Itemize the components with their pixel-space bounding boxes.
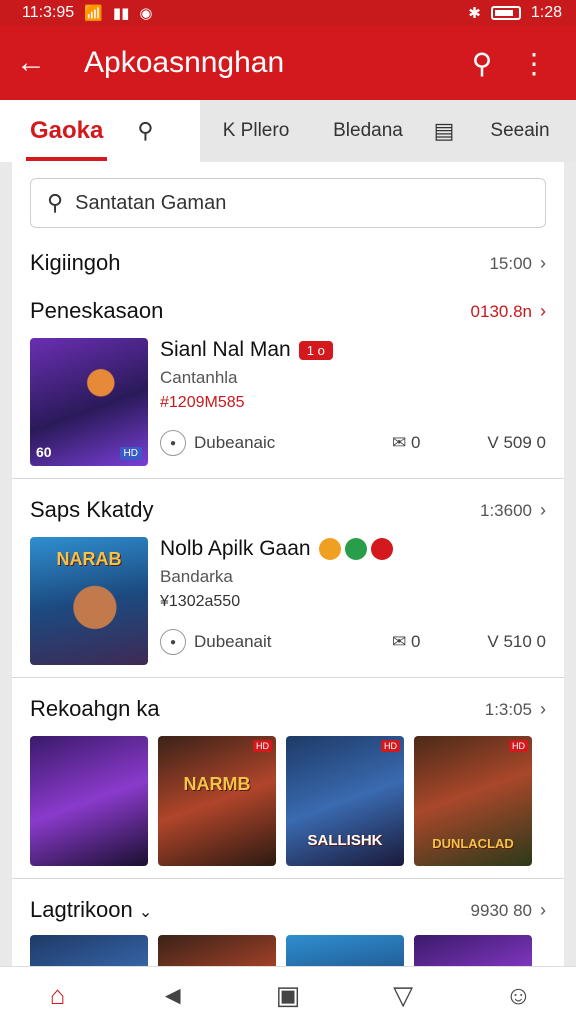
app-price: ¥1302a550 [160, 593, 241, 610]
mail-count[interactable]: ✉ 0 [392, 632, 466, 652]
section-header[interactable]: Lagtrikoon ⌄ 9930 80 › [12, 897, 564, 923]
badge-icon [318, 538, 341, 560]
mail-count[interactable]: ✉ 0 [392, 433, 466, 453]
divider [12, 677, 564, 678]
tab-pllero[interactable]: K Pllero [200, 120, 312, 142]
search-icon[interactable]: ⚲ [456, 47, 508, 80]
badge: HD [253, 740, 272, 752]
back-arrow-icon[interactable]: ← [16, 46, 56, 80]
badge: HD [509, 740, 528, 752]
app-price: #1209M585 [160, 394, 245, 411]
section-title: Saps Kkatdy [30, 497, 154, 522]
game-thumbnail[interactable] [286, 935, 404, 966]
app-card[interactable]: 60 HD Sianl Nal Man 1 o Cantanhla #1209M… [12, 338, 564, 466]
more-vert-icon[interactable]: ⋮ [508, 47, 560, 80]
page-title: Apkoasnnghan [84, 46, 285, 79]
avatar: ● [160, 629, 186, 655]
app-subtitle: Bandarka [160, 567, 233, 586]
section-title: Kigiingoh [30, 250, 121, 275]
game-thumbnail[interactable] [30, 935, 148, 966]
tab-label: Gaoka [25, 117, 108, 161]
app-thumbnail[interactable]: NARAB [30, 537, 148, 665]
thumb-label: 60 [36, 444, 52, 460]
version-label: V 509 0 [487, 433, 546, 452]
art-title: NARAB [56, 549, 122, 569]
tab-seeain[interactable]: Seeain [464, 120, 576, 142]
art-title: DUNLACLAD [432, 836, 514, 851]
section-meta: 1:3:05 › [484, 698, 546, 719]
avatar: ● [160, 430, 186, 456]
search-icon: ⚲ [47, 190, 64, 215]
divider [12, 878, 564, 879]
wifi-icon: 📶 [84, 5, 103, 22]
game-thumbnail[interactable]: NARMB HD [158, 736, 276, 866]
pin-icon[interactable]: ⚲ [137, 118, 153, 144]
game-thumbnail[interactable] [30, 736, 148, 866]
app-thumbnail[interactable]: 60 HD [30, 338, 148, 466]
art-title: SALLISHK [307, 832, 383, 849]
clock: 11:3:95 [22, 4, 75, 21]
section-meta: 0130.8n › [470, 300, 546, 321]
search-placeholder: Santatan Gaman [75, 191, 227, 214]
profile-icon[interactable]: ☺ [488, 980, 548, 1011]
game-thumbnail[interactable]: DUNLACLAD HD [414, 736, 532, 866]
status-badge: 1 o [298, 340, 333, 360]
badge: HD [381, 740, 400, 752]
chevron-right-icon: › [540, 698, 546, 719]
heart-icon[interactable]: ▽ [373, 980, 433, 1011]
signal-icon: ▮▮ [112, 5, 130, 22]
battery-time: 1:28 [530, 4, 562, 21]
app-subtitle: Cantanhla [160, 368, 238, 387]
section-meta: 1:3600 › [480, 499, 546, 520]
badge-icon [370, 538, 393, 560]
author-name: Dubeanait [194, 632, 272, 651]
thumb-grid: NARMB HD SALLISHK HD DUNLACLAD HD [12, 736, 564, 866]
section-title: Lagtrikoon ⌄ [30, 897, 153, 922]
tab-bledana[interactable]: Bledana [312, 120, 424, 142]
art-title: NARMB [183, 774, 251, 794]
search-bar[interactable]: ⚲ Santatan Gaman [30, 178, 546, 228]
bottom-nav: ⌂ ◄ ▣ ▽ ☺ [0, 966, 576, 1024]
chevron-right-icon: › [540, 300, 546, 321]
section-title: Peneskasaon [30, 298, 164, 323]
rating-dots [318, 538, 393, 560]
section-meta: 15:00 › [489, 252, 546, 273]
section-meta: 9930 80 › [470, 899, 546, 920]
list-icon[interactable]: ▤ [424, 118, 464, 144]
app-name: Nolb Apilk Gaan [160, 537, 311, 560]
game-thumbnail[interactable]: SALLISHK HD [286, 736, 404, 866]
megaphone-icon[interactable]: ◄ [143, 980, 203, 1011]
chevron-right-icon: › [540, 499, 546, 520]
version-label: V 510 0 [487, 632, 546, 651]
bluetooth-icon: ✱ [468, 5, 481, 22]
chevron-down-icon: ⌄ [138, 904, 153, 921]
thumb-grid [12, 935, 564, 966]
badge: HD [119, 447, 142, 460]
game-thumbnail[interactable] [414, 935, 532, 966]
tab-bar: Gaoka ⚲ K Pllero Bledana ▤ Seeain [0, 100, 576, 162]
app-name: Sianl Nal Man [160, 338, 291, 361]
section-header[interactable]: Kigiingoh 15:00 › [12, 250, 564, 276]
section-header[interactable]: Rekoahgn ka 1:3:05 › [12, 696, 564, 722]
section-header[interactable]: Peneskasaon 0130.8n › [12, 298, 564, 324]
game-thumbnail[interactable] [158, 935, 276, 966]
notification-icon: ◉ [139, 5, 153, 22]
section-title: Rekoahgn ka [30, 696, 160, 721]
app-card[interactable]: NARAB Nolb Apilk Gaan Bandarka ¥1302a550… [12, 537, 564, 665]
section-header[interactable]: Saps Kkatdy 1:3600 › [12, 497, 564, 523]
badge-icon [344, 538, 367, 560]
chevron-right-icon: › [540, 899, 546, 920]
divider [12, 478, 564, 479]
app-bar: ← Apkoasnnghan ⚲ ⋮ [0, 26, 576, 100]
author-name: Dubeanaic [194, 433, 276, 452]
battery-icon [490, 6, 521, 20]
tablet-icon[interactable]: ▣ [258, 980, 318, 1011]
chevron-right-icon: › [540, 252, 546, 273]
main-content: ⚲ Santatan Gaman Kigiingoh 15:00 › Penesk… [12, 162, 564, 966]
status-bar: 11:3:95 📶 ▮▮ ◉ ✱ 1:28 [0, 0, 576, 26]
home-icon[interactable]: ⌂ [28, 980, 88, 1011]
tab-home[interactable]: Gaoka ⚲ [0, 100, 200, 162]
